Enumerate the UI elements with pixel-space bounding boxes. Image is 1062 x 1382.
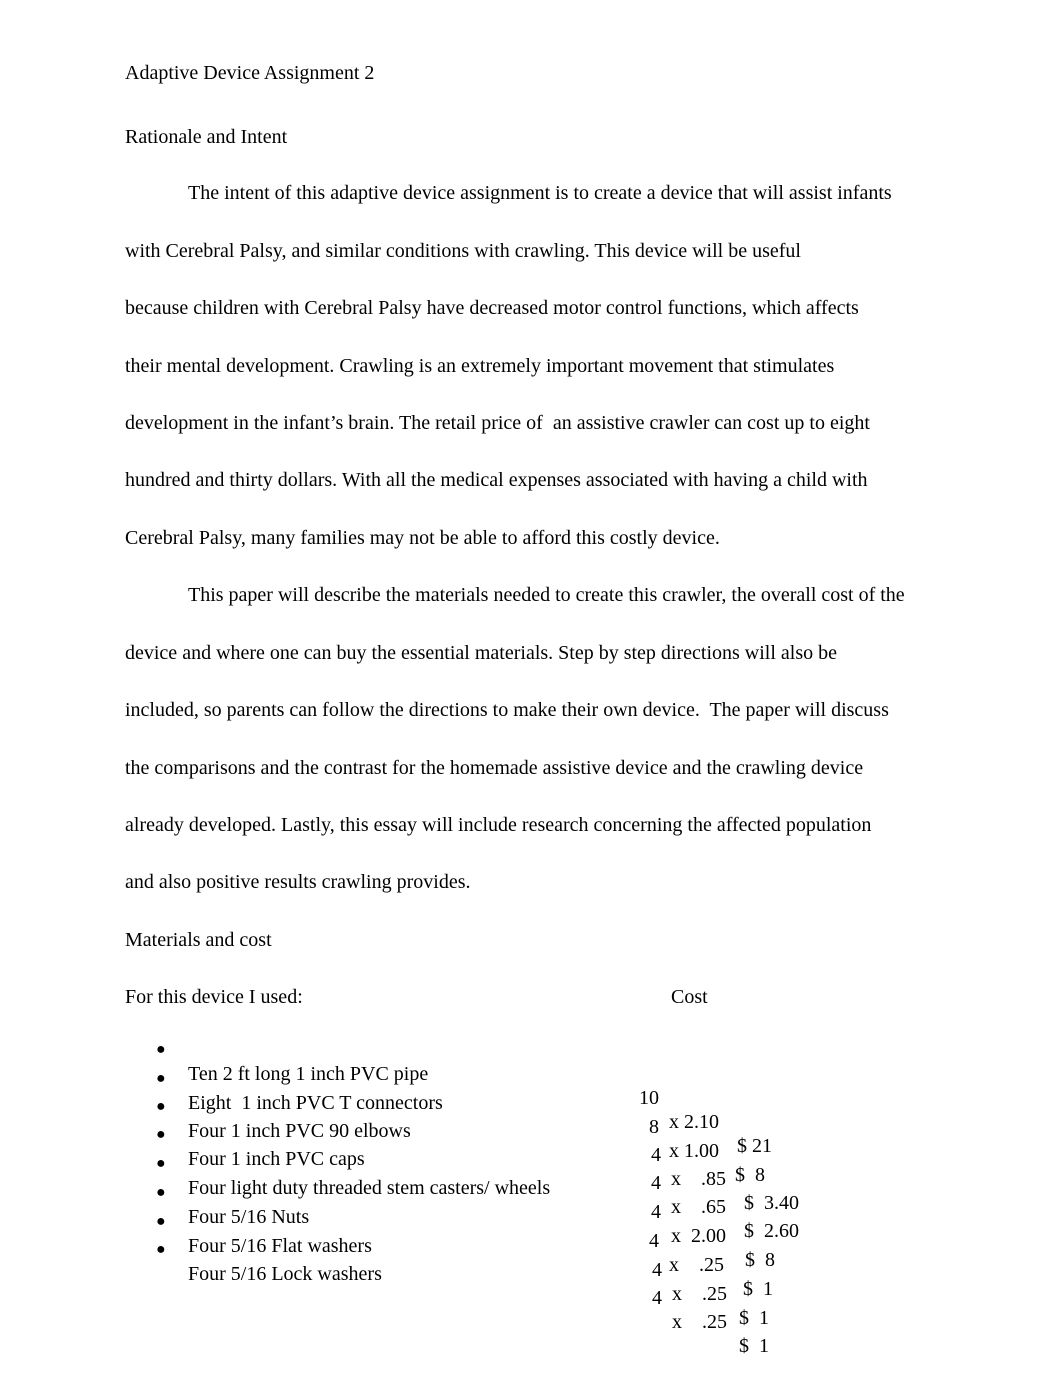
document-page: Adaptive Device Assignment 2 Rationale a… — [0, 0, 1062, 1376]
item-quantity: 4 — [652, 1259, 662, 1281]
item-total: $ 1 — [739, 1307, 769, 1329]
materials-list-item: ● Four 1 inch PVC 90 elbows 4 x .85 $ 3.… — [0, 1071, 1062, 1214]
bullet-icon: ● — [156, 1241, 166, 1258]
paragraph-line: the comparisons and the contrast for the… — [125, 757, 864, 779]
cost-column-header: Cost — [671, 986, 708, 1008]
materials-list-item: ● Four 5/16 Flat washers 4 x .25 $ 1 — [0, 1186, 1062, 1329]
item-total: $ 8 — [745, 1249, 775, 1271]
section-heading-rationale: Rationale and Intent — [125, 126, 288, 148]
item-quantity: 4 — [652, 1287, 662, 1309]
paragraph-line: with Cerebral Palsy, and similar conditi… — [125, 240, 801, 262]
materials-list-item: ● Four 5/16 Nuts 4 x .25 $ 1 — [0, 1157, 1062, 1300]
paragraph-line: included, so parents can follow the dire… — [125, 699, 889, 721]
item-total: $ 1 — [739, 1335, 769, 1357]
paragraph-line: The intent of this adaptive device assig… — [188, 182, 892, 204]
materials-list-item: ● Eight 1 inch PVC T connectors 8 x 1.00… — [0, 1043, 1062, 1186]
materials-list-item: ● Ten 2 ft long 1 inch PVC pipe 10 x 2.1… — [0, 1014, 1062, 1157]
paragraph-line: and also positive results crawling provi… — [125, 871, 471, 893]
item-unit-price: x .25 — [672, 1283, 727, 1305]
paragraph-line: already developed. Lastly, this essay wi… — [125, 814, 872, 836]
paragraph-line: device and where one can buy the essenti… — [125, 642, 838, 664]
materials-list-item: ● Four 1 inch PVC caps 4 x .65 $ 2.60 — [0, 1099, 1062, 1242]
materials-intro: For this device I used: — [125, 986, 303, 1008]
paragraph-line: Cerebral Palsy, many families may not be… — [125, 527, 720, 549]
section-heading-materials: Materials and cost — [125, 929, 272, 951]
materials-list-item: ● Four 5/16 Lock washers 4 x .25 $ 1 — [0, 1214, 1062, 1357]
paragraph-line: because children with Cerebral Palsy hav… — [125, 297, 859, 319]
item-total: $ 1 — [743, 1278, 773, 1300]
item-unit-price: x .25 — [672, 1311, 727, 1333]
paragraph-line: hundred and thirty dollars. With all the… — [125, 469, 868, 491]
paragraph-line: This paper will describe the materials n… — [188, 584, 905, 606]
paragraph-line: their mental development. Crawling is an… — [125, 355, 835, 377]
item-unit-price: x .25 — [669, 1254, 724, 1276]
materials-list-item: ● Four light duty threaded stem casters/… — [0, 1128, 1062, 1271]
paragraph-line: development in the infant’s brain. The r… — [125, 412, 870, 434]
document-header: Adaptive Device Assignment 2 — [125, 62, 375, 84]
item-name: Four 5/16 Lock washers — [188, 1263, 382, 1285]
